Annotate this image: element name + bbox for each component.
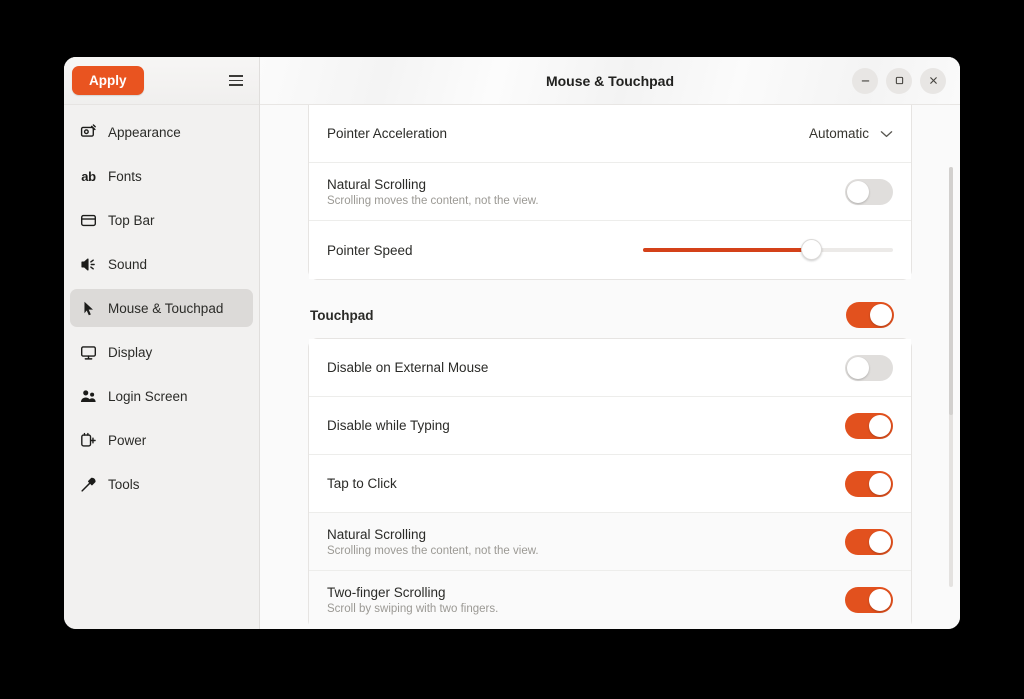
sidebar-item-label: Login Screen [108, 388, 188, 404]
sidebar-item-label: Display [108, 344, 153, 360]
row-label: Tap to Click [327, 476, 397, 491]
dropdown-selected-value: Automatic [808, 126, 869, 141]
natural-scrolling-touchpad-toggle[interactable] [845, 528, 893, 555]
sidebar-item-label: Tools [108, 476, 140, 492]
sidebar-item-display[interactable]: Display [70, 333, 253, 371]
sidebar-item-label: Sound [108, 256, 148, 272]
natural-scrolling-mouse-toggle[interactable] [845, 178, 893, 205]
sound-icon [80, 256, 97, 273]
sidebar-item-power[interactable]: Power [70, 421, 253, 459]
sidebar-item-fonts[interactable]: ab Fonts [70, 157, 253, 195]
apply-button[interactable]: Apply [72, 66, 144, 95]
window-controls [852, 67, 960, 94]
sidebar-item-label: Mouse & Touchpad [108, 300, 224, 316]
row-natural-scrolling-touchpad[interactable]: Natural Scrolling Scrolling moves the co… [309, 513, 911, 571]
tap-to-click-toggle[interactable] [845, 470, 893, 497]
toggle-knob [869, 589, 891, 611]
sidebar-header: Apply [64, 57, 259, 105]
touchpad-settings-card: Disable on External Mouse Disable while … [308, 338, 912, 629]
row-label: Pointer Acceleration [327, 126, 448, 141]
sidebar-item-label: Top Bar [108, 212, 155, 228]
login-screen-icon [80, 388, 97, 405]
row-label: Natural Scrolling [327, 176, 427, 192]
sidebar: Apply Appearance ab Fonts Top Bar Sound … [64, 57, 260, 629]
row-label: Two-finger Scrolling [327, 585, 446, 600]
scrollbar-thumb[interactable] [949, 167, 953, 415]
pointer-acceleration-dropdown[interactable]: Automatic [809, 126, 893, 141]
content-pane: Mouse & Touchpad Pointer Acceleration Au… [260, 57, 960, 629]
sidebar-item-sound[interactable]: Sound [70, 245, 253, 283]
disable-while-typing-toggle[interactable] [845, 412, 893, 439]
touchpad-heading: Touchpad [310, 307, 374, 323]
sidebar-item-top-bar[interactable]: Top Bar [70, 201, 253, 239]
toggle-knob [847, 356, 869, 379]
sidebar-item-label: Power [108, 432, 147, 448]
sidebar-item-label: Fonts [108, 168, 142, 184]
row-label: Disable on External Mouse [327, 360, 489, 375]
toggle-knob [869, 414, 891, 437]
slider-fill [643, 248, 811, 252]
appearance-icon [80, 123, 97, 141]
touchpad-section-header: Touchpad [310, 302, 912, 328]
sidebar-item-login-screen[interactable]: Login Screen [70, 377, 253, 415]
two-finger-scrolling-toggle[interactable] [845, 587, 893, 613]
sidebar-item-appearance[interactable]: Appearance [70, 113, 253, 151]
power-icon [80, 432, 97, 449]
row-two-finger-scrolling[interactable]: Two-finger Scrolling Scroll by swiping w… [309, 571, 911, 629]
row-label: Natural Scrolling [327, 526, 427, 542]
sidebar-item-label: Appearance [108, 124, 181, 140]
tools-icon [80, 476, 97, 493]
disable-on-external-mouse-toggle[interactable] [845, 354, 893, 381]
row-label: Pointer Speed [327, 242, 413, 258]
toggle-knob [870, 304, 892, 326]
display-icon [80, 344, 97, 361]
toggle-knob [847, 180, 869, 203]
row-subtitle: Scrolling moves the content, not the vie… [327, 194, 539, 207]
row-subtitle: Scroll by swiping with two fingers. [327, 603, 499, 615]
fonts-icon: ab [81, 168, 96, 184]
row-disable-while-typing[interactable]: Disable while Typing [309, 397, 911, 455]
mouse-settings-card: Pointer Acceleration Automatic Natural S… [308, 105, 912, 280]
sidebar-item-mouse-touchpad[interactable]: Mouse & Touchpad [70, 289, 253, 327]
row-natural-scrolling-mouse[interactable]: Natural Scrolling Scrolling moves the co… [309, 163, 911, 221]
row-subtitle: Scrolling moves the content, not the vie… [327, 544, 539, 557]
settings-scroll-area[interactable]: Pointer Acceleration Automatic Natural S… [260, 105, 960, 629]
hamburger-menu-icon[interactable] [223, 68, 249, 94]
row-pointer-speed[interactable]: Pointer Speed [309, 221, 911, 279]
touchpad-master-toggle[interactable] [846, 302, 894, 328]
top-bar-icon [80, 212, 97, 229]
maximize-icon[interactable] [886, 67, 912, 94]
row-disable-on-external-mouse[interactable]: Disable on External Mouse [309, 339, 911, 397]
titlebar: Mouse & Touchpad [260, 57, 960, 105]
pointer-speed-slider[interactable] [643, 237, 893, 263]
row-pointer-acceleration[interactable]: Pointer Acceleration Automatic [309, 105, 911, 163]
toggle-knob [869, 472, 891, 495]
row-label: Disable while Typing [327, 418, 450, 433]
close-icon[interactable] [920, 67, 946, 94]
chevron-down-icon [880, 130, 893, 137]
sidebar-item-tools[interactable]: Tools [70, 465, 253, 503]
minimize-icon[interactable] [852, 67, 878, 94]
sidebar-nav-list: Appearance ab Fonts Top Bar Sound Mouse … [64, 105, 259, 517]
vertical-scrollbar[interactable] [949, 167, 953, 587]
toggle-knob [869, 530, 891, 553]
settings-window: Apply Appearance ab Fonts Top Bar Sound … [64, 57, 960, 629]
mouse-pointer-icon [80, 300, 97, 317]
row-tap-to-click[interactable]: Tap to Click [309, 455, 911, 513]
slider-handle[interactable] [800, 239, 822, 260]
